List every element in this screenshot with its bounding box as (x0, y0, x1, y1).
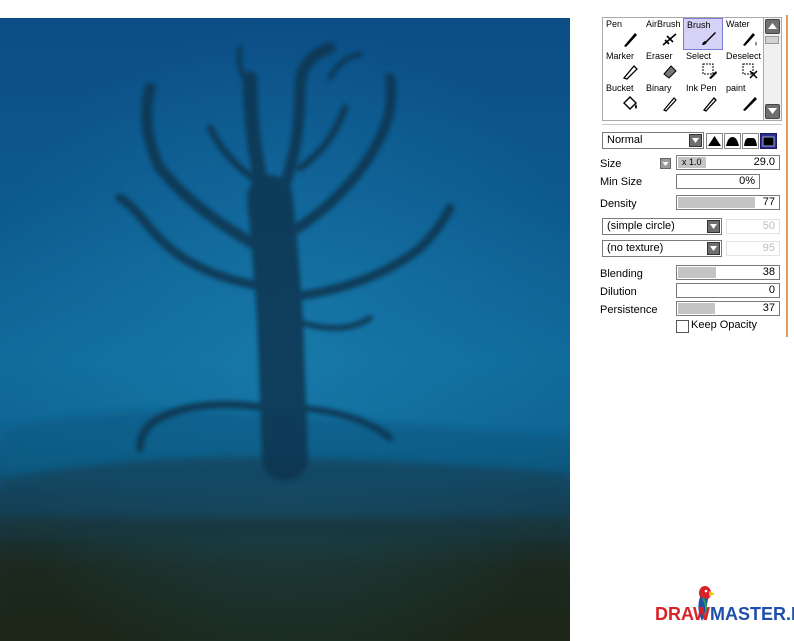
tool-label: Binary (646, 83, 672, 93)
tool-label: Marker (606, 51, 635, 61)
min-size-value: 0% (739, 175, 755, 187)
scroll-up-button[interactable] (765, 19, 780, 34)
separator (602, 124, 782, 125)
scroll-down-button[interactable] (765, 104, 780, 119)
pen-icon (624, 33, 637, 47)
water-icon (743, 33, 757, 46)
tree-painting (0, 18, 570, 641)
size-value: 29.0 (753, 156, 775, 168)
paint-icon (743, 97, 757, 111)
drawmaster-logo-text: DRAWMASTER.RU (655, 604, 794, 625)
tool-airbrush[interactable]: AirBrush (643, 18, 683, 50)
persistence-fill (678, 303, 715, 314)
brush-shape-cone-button[interactable] (706, 133, 723, 149)
tool-brush[interactable]: Brush (683, 18, 723, 50)
size-slider[interactable]: x 1.0 29.0 (676, 155, 780, 170)
tool-partial-row (603, 114, 643, 120)
dome-shape-icon (726, 137, 739, 146)
tool-marker[interactable]: Marker (603, 50, 643, 82)
keep-opacity-label: Keep Opacity (691, 319, 758, 331)
tool-bucket[interactable]: Bucket (603, 82, 643, 114)
tool-label: paint (726, 83, 746, 93)
density-value: 77 (762, 196, 775, 208)
dilution-label: Dilution (600, 286, 637, 298)
brush-shape-strength: 50 (726, 219, 780, 234)
persistence-label: Persistence (600, 304, 658, 316)
keep-opacity-checkbox[interactable] (676, 320, 689, 333)
tool-label: Bucket (606, 83, 634, 93)
bucket-icon (623, 96, 637, 110)
tool-label: Select (686, 51, 712, 61)
dilution-slider[interactable]: 0 (676, 283, 780, 298)
marker-icon (622, 65, 638, 80)
tool-label: Water (726, 19, 750, 29)
tool-ink-pen[interactable]: Ink Pen (683, 82, 723, 114)
texture-strength-value: 95 (762, 242, 775, 254)
flat-shape-icon (762, 136, 775, 147)
plateau-shape-icon (744, 138, 757, 146)
chevron-down-icon (662, 162, 669, 166)
blending-fill (678, 267, 716, 278)
brush-icon (702, 32, 716, 45)
arrow-up-icon (768, 23, 777, 29)
brush-shape-flat-button[interactable] (760, 133, 777, 149)
tool-paint[interactable]: paint (723, 82, 763, 114)
texture-value: (no texture) (607, 242, 664, 254)
brush-shape-value: (simple circle) (607, 220, 675, 232)
brush-shape-dome-button[interactable] (724, 133, 741, 149)
airbrush-icon (662, 33, 677, 46)
cone-shape-icon (708, 136, 721, 146)
logo-text-blue: MASTER.RU (710, 604, 794, 624)
tool-panel: Pen AirBrush Brush Water Marker Eraser S… (600, 15, 788, 337)
tool-water[interactable]: Water (723, 18, 763, 50)
chevron-down-icon (707, 220, 720, 233)
min-size-slider[interactable]: 0% (676, 174, 760, 189)
tool-pen[interactable]: Pen (603, 18, 643, 50)
deselect-icon (742, 63, 758, 79)
binary-icon (663, 97, 677, 112)
tool-label: Pen (606, 19, 623, 29)
tool-select[interactable]: Select (683, 50, 723, 82)
chevron-down-icon (689, 134, 702, 147)
chevron-down-icon (707, 242, 720, 255)
brush-shape-plateau-button[interactable] (742, 133, 759, 149)
blending-slider[interactable]: 38 (676, 265, 780, 280)
logo-text-red: DRAW (655, 604, 710, 624)
tool-deselect[interactable]: Deselect (723, 50, 763, 82)
density-label: Density (600, 198, 637, 210)
density-slider[interactable]: 77 (676, 195, 780, 210)
tool-label: AirBrush (646, 19, 681, 29)
tool-label: Eraser (646, 51, 673, 61)
drawing-canvas[interactable] (0, 18, 570, 641)
persistence-value: 37 (762, 302, 775, 314)
tool-binary[interactable]: Binary (643, 82, 683, 114)
tool-eraser[interactable]: Eraser (643, 50, 683, 82)
dilution-value: 0 (768, 284, 775, 296)
blend-mode-value: Normal (607, 134, 643, 146)
tool-grid: Pen AirBrush Brush Water Marker Eraser S… (602, 17, 764, 121)
arrow-down-icon (768, 108, 777, 114)
blending-label: Blending (600, 268, 643, 280)
texture-select[interactable]: (no texture) (602, 240, 722, 257)
select-icon (702, 63, 717, 79)
size-label: Size (600, 158, 622, 170)
ink-pen-icon (702, 97, 717, 112)
brush-shape-strength-value: 50 (762, 220, 775, 232)
tool-label: Ink Pen (686, 83, 717, 93)
drawmaster-logo: DRAWMASTER.RU (655, 583, 794, 633)
texture-strength: 95 (726, 241, 780, 256)
blending-value: 38 (762, 266, 775, 278)
tool-label: Deselect (726, 51, 762, 61)
brush-shape-select[interactable]: (simple circle) (602, 218, 722, 235)
eraser-icon (663, 65, 677, 79)
scroll-thumb[interactable] (765, 36, 779, 44)
size-multiplier: x 1.0 (682, 157, 702, 167)
blend-mode-select[interactable]: Normal (602, 132, 704, 149)
persistence-slider[interactable]: 37 (676, 301, 780, 316)
min-size-label: Min Size (600, 176, 643, 188)
size-multiplier-dropdown[interactable] (660, 158, 671, 169)
tool-grid-scrollbar[interactable] (763, 17, 782, 121)
density-fill (678, 197, 755, 208)
